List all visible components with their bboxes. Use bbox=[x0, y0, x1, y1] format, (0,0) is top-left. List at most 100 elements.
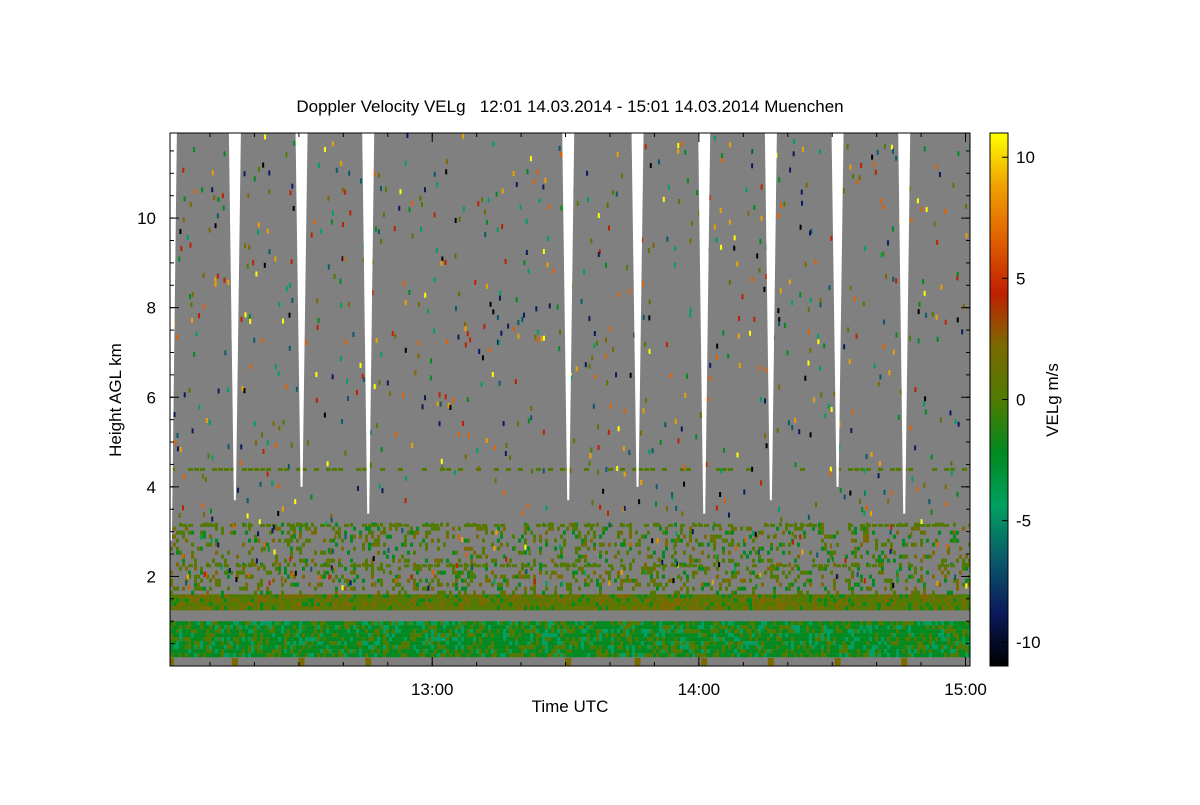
velocity-cell bbox=[722, 629, 725, 634]
velocity-cell bbox=[884, 554, 887, 559]
velocity-cell bbox=[710, 606, 713, 611]
velocity-cell bbox=[707, 582, 710, 587]
velocity-cell bbox=[593, 625, 596, 630]
velocity-cell bbox=[344, 621, 347, 626]
velocity-cell bbox=[605, 602, 608, 607]
velocity-cell bbox=[443, 645, 446, 650]
velocity-cell bbox=[302, 653, 305, 658]
velocity-cell bbox=[809, 653, 812, 658]
velocity-cell bbox=[926, 621, 929, 626]
velocity-cell bbox=[377, 625, 380, 630]
velocity-cell bbox=[269, 637, 272, 642]
velocity-cell bbox=[815, 649, 818, 654]
velocity-cell bbox=[194, 653, 197, 658]
velocity-cell bbox=[677, 594, 680, 599]
velocity-cell bbox=[437, 590, 440, 595]
velocity-cell bbox=[905, 653, 908, 658]
velocity-cell bbox=[506, 649, 509, 654]
velocity-cell bbox=[809, 570, 812, 575]
velocity-cell bbox=[959, 645, 962, 650]
velocity-cell bbox=[569, 602, 572, 607]
velocity-cell bbox=[245, 602, 248, 607]
velocity-cell bbox=[545, 649, 548, 654]
velocity-cell bbox=[647, 653, 650, 658]
velocity-cell bbox=[242, 586, 245, 591]
velocity-cell bbox=[527, 645, 530, 650]
velocity-cell bbox=[299, 629, 302, 634]
velocity-cell bbox=[953, 530, 956, 535]
velocity-cell bbox=[890, 641, 893, 646]
velocity-cell bbox=[455, 633, 458, 638]
velocity-cell bbox=[800, 629, 803, 634]
velocity-cell bbox=[257, 625, 260, 630]
velocity-cell bbox=[308, 598, 311, 603]
velocity-cell bbox=[935, 598, 938, 603]
velocity-cell bbox=[431, 594, 434, 599]
velocity-cell bbox=[767, 566, 770, 571]
velocity-cell bbox=[881, 645, 884, 650]
velocity-cell bbox=[884, 625, 887, 630]
velocity-cell bbox=[608, 629, 611, 634]
velocity-cell bbox=[302, 621, 305, 626]
velocity-cell bbox=[281, 649, 284, 654]
velocity-cell bbox=[446, 564, 451, 568]
velocity-cell bbox=[932, 542, 935, 547]
velocity-cell bbox=[296, 641, 299, 646]
velocity-cell bbox=[446, 522, 449, 527]
velocity-cell bbox=[794, 625, 797, 630]
velocity-cell bbox=[545, 598, 548, 603]
velocity-cell bbox=[203, 598, 206, 603]
velocity-cell bbox=[473, 629, 476, 634]
velocity-cell bbox=[770, 653, 773, 658]
velocity-cell bbox=[686, 574, 689, 579]
velocity-cell bbox=[455, 606, 458, 611]
velocity-cell bbox=[287, 574, 290, 579]
velocity-cell bbox=[833, 621, 836, 626]
velocity-cell bbox=[545, 538, 548, 543]
velocity-cell bbox=[755, 594, 758, 599]
velocity-cell bbox=[434, 606, 437, 611]
velocity-cell bbox=[305, 641, 308, 646]
velocity-cell bbox=[710, 594, 713, 599]
velocity-cell bbox=[317, 629, 320, 634]
velocity-cell bbox=[887, 641, 890, 646]
velocity-cell bbox=[716, 649, 719, 654]
velocity-cell bbox=[527, 546, 530, 551]
velocity-cell bbox=[440, 558, 443, 563]
velocity-cell bbox=[437, 602, 440, 607]
velocity-cell bbox=[578, 566, 581, 571]
velocity-cell bbox=[245, 641, 248, 646]
velocity-cell bbox=[413, 550, 416, 555]
velocity-cell bbox=[377, 590, 380, 595]
velocity-cell bbox=[359, 637, 362, 642]
velocity-cell bbox=[521, 594, 524, 599]
velocity-cell bbox=[878, 645, 881, 650]
velocity-cell bbox=[617, 570, 620, 575]
velocity-cell bbox=[338, 653, 341, 658]
velocity-cell bbox=[668, 653, 671, 658]
velocity-cell bbox=[449, 598, 452, 603]
velocity-cell bbox=[596, 602, 599, 607]
velocity-cell bbox=[836, 564, 841, 568]
velocity-cell bbox=[851, 598, 854, 603]
velocity-cell bbox=[521, 621, 524, 626]
velocity-cell bbox=[596, 633, 599, 638]
velocity-cell bbox=[512, 574, 515, 579]
velocity-cell bbox=[908, 625, 911, 630]
velocity-cell bbox=[566, 629, 569, 634]
velocity-cell bbox=[173, 625, 176, 630]
velocity-cell bbox=[182, 633, 185, 638]
velocity-cell bbox=[560, 621, 563, 626]
velocity-cell bbox=[431, 578, 434, 583]
velocity-cell bbox=[800, 602, 803, 607]
velocity-cell bbox=[830, 602, 833, 607]
velocity-cell bbox=[500, 637, 503, 642]
velocity-cell bbox=[689, 526, 692, 531]
velocity-cell bbox=[581, 645, 584, 650]
velocity-cell bbox=[425, 649, 428, 654]
velocity-cell bbox=[883, 489, 886, 495]
velocity-cell bbox=[398, 633, 401, 638]
velocity-cell bbox=[356, 598, 359, 603]
velocity-cell bbox=[470, 602, 473, 607]
velocity-cell bbox=[221, 649, 224, 654]
